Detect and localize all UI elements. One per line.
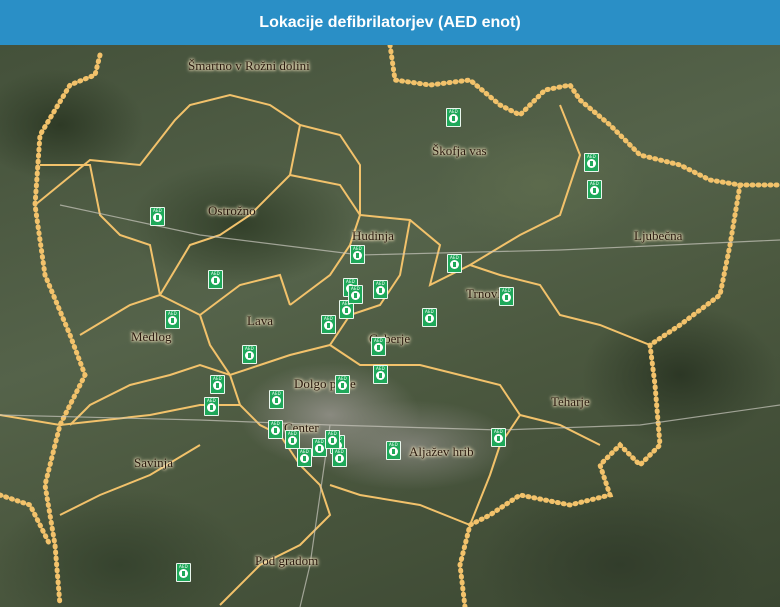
aed-defibrillator-icon (425, 314, 434, 323)
region-label-smartno: Šmartno v Rožni dolini (188, 58, 310, 73)
aerial-map[interactable]: Šmartno v Rožni dolini Škofja vas Ostrož… (0, 45, 780, 607)
aed-marker[interactable]: AED (165, 310, 180, 329)
inner-district-boundaries (0, 93, 651, 606)
aed-defibrillator-icon (207, 403, 216, 412)
aed-defibrillator-icon (335, 454, 344, 463)
aed-defibrillator-icon (272, 396, 281, 405)
aed-defibrillator-icon (315, 444, 324, 453)
aed-marker[interactable]: AED (321, 315, 336, 334)
aed-defibrillator-icon (590, 186, 599, 195)
aed-marker[interactable]: AED (242, 345, 257, 364)
aed-marker[interactable]: AED (297, 448, 312, 467)
aed-marker[interactable]: AED (325, 430, 340, 449)
aed-defibrillator-icon (376, 371, 385, 380)
road-network (0, 204, 780, 607)
region-label-lava: Lava (247, 313, 273, 328)
aed-marker[interactable]: AED (348, 285, 363, 304)
aed-defibrillator-icon (587, 159, 596, 168)
aed-defibrillator-icon (179, 569, 188, 578)
region-label-ljubecna: Ljubečna (634, 228, 683, 243)
aed-marker[interactable]: AED (335, 375, 350, 394)
aed-marker[interactable]: AED (269, 390, 284, 409)
aed-marker[interactable]: AED (422, 308, 437, 327)
aed-defibrillator-icon (245, 351, 254, 360)
aed-defibrillator-icon (374, 343, 383, 352)
aed-marker[interactable]: AED (446, 108, 461, 127)
aed-defibrillator-icon (153, 213, 162, 222)
aed-defibrillator-icon (342, 306, 351, 315)
aed-marker[interactable]: AED (210, 375, 225, 394)
municipal-boundary-south (0, 492, 53, 548)
region-label-hudinja: Hudinja (352, 228, 394, 243)
aed-defibrillator-icon (449, 114, 458, 123)
region-label-ostrozno: Ostrožno (208, 203, 256, 218)
aed-marker[interactable]: AED (285, 430, 300, 449)
region-label-medlog: Medlog (131, 329, 172, 344)
region-label-teharje: Teharje (551, 394, 590, 409)
region-label-aljazev-hrib: Aljažev hrib (409, 444, 474, 459)
map-title-bar: Lokacije defibrilatorjev (AED enot) (0, 0, 780, 45)
aed-marker[interactable]: AED (499, 287, 514, 306)
aed-marker[interactable]: AED (584, 153, 599, 172)
aed-defibrillator-icon (213, 381, 222, 390)
aed-defibrillator-icon (389, 447, 398, 456)
aed-marker[interactable]: AED (332, 448, 347, 467)
aed-defibrillator-icon (338, 381, 347, 390)
aed-marker[interactable]: AED (373, 365, 388, 384)
aed-defibrillator-icon (328, 436, 337, 445)
aed-defibrillator-icon (271, 426, 280, 435)
region-label-pod-gradom: Pod gradom (255, 553, 319, 568)
aed-marker[interactable]: AED (204, 397, 219, 416)
aed-defibrillator-icon (300, 454, 309, 463)
aed-defibrillator-icon (494, 434, 503, 443)
aed-marker[interactable]: AED (150, 207, 165, 226)
aed-defibrillator-icon (168, 316, 177, 325)
aed-marker[interactable]: AED (350, 245, 365, 264)
aed-defibrillator-icon (353, 251, 362, 260)
aed-marker[interactable]: AED (587, 180, 602, 199)
aed-marker[interactable]: AED (447, 254, 462, 273)
aed-defibrillator-icon (376, 286, 385, 295)
aed-defibrillator-icon (288, 436, 297, 445)
aed-defibrillator-icon (211, 276, 220, 285)
aed-marker[interactable]: AED (176, 563, 191, 582)
aed-defibrillator-icon (450, 260, 459, 269)
aed-marker[interactable]: AED (371, 337, 386, 356)
aed-marker[interactable]: AED (208, 270, 223, 289)
aed-defibrillator-icon (502, 293, 511, 302)
district-boundaries (0, 45, 780, 607)
aed-marker[interactable]: AED (268, 420, 283, 439)
region-label-skofja-vas: Škofja vas (432, 143, 487, 158)
aed-defibrillator-icon (351, 291, 360, 300)
aed-marker[interactable]: AED (386, 441, 401, 460)
region-label-savinja: Savinja (134, 455, 173, 470)
page-title: Lokacije defibrilatorjev (AED enot) (259, 13, 521, 31)
aed-defibrillator-icon (324, 321, 333, 330)
aed-marker[interactable]: AED (373, 280, 388, 299)
aed-marker[interactable]: AED (491, 428, 506, 447)
